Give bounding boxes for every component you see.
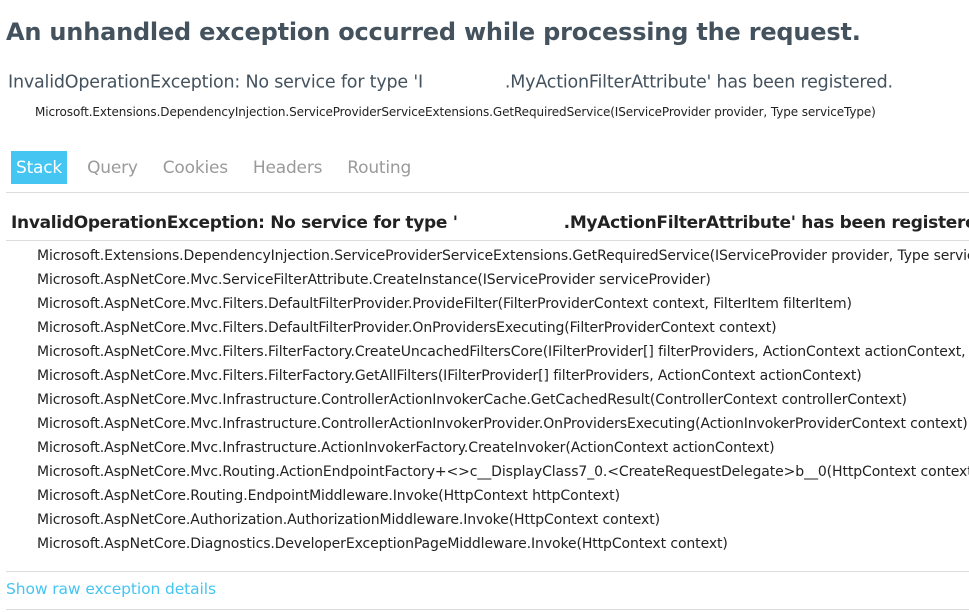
stack-frame[interactable]: Microsoft.AspNetCore.Mvc.Infrastructure.… [37,436,969,460]
stack-frame[interactable]: Microsoft.AspNetCore.Routing.EndpointMid… [37,484,969,508]
stack-frame[interactable]: Microsoft.AspNetCore.Diagnostics.Develop… [37,532,969,556]
tab-headers[interactable]: Headers [248,151,327,184]
stack-frame[interactable]: Microsoft.AspNetCore.Mvc.Filters.FilterF… [37,340,969,364]
error-page: An unhandled exception occurred while pr… [0,0,969,612]
stack-frame[interactable]: Microsoft.AspNetCore.Authorization.Autho… [37,508,969,532]
page-title: An unhandled exception occurred while pr… [6,18,861,46]
error-message-prefix: InvalidOperationException: No service fo… [8,72,423,93]
redacted-namespace [457,213,564,230]
stack-frame[interactable]: Microsoft.AspNetCore.Mvc.Routing.ActionE… [37,460,969,484]
tab-cookies[interactable]: Cookies [158,151,233,184]
stack-frame[interactable]: Microsoft.AspNetCore.Mvc.Filters.FilterF… [37,364,969,388]
stack-exception-header: InvalidOperationException: No service fo… [11,213,969,233]
tab-bar: Stack Query Cookies Headers Routing [11,151,431,184]
tab-query[interactable]: Query [82,151,143,184]
stack-frame[interactable]: Microsoft.AspNetCore.Mvc.Infrastructure.… [37,388,969,412]
stack-frame[interactable]: Microsoft.AspNetCore.Mvc.ServiceFilterAt… [37,268,969,292]
stack-frame[interactable]: Microsoft.AspNetCore.Mvc.Filters.Default… [37,292,969,316]
stack-bottom-divider [6,571,969,572]
tab-routing[interactable]: Routing [342,151,416,184]
tab-label: Query [87,157,138,178]
tab-label: Headers [252,157,323,178]
tab-label: Routing [347,157,412,178]
error-location: Microsoft.Extensions.DependencyInjection… [35,105,876,119]
tab-stack[interactable]: Stack [11,151,68,184]
stack-header-prefix: InvalidOperationException: No service fo… [11,213,458,233]
tab-label: Cookies [162,157,228,178]
stack-frame[interactable]: Microsoft.AspNetCore.Mvc.Filters.Default… [37,316,969,340]
stack-frame-list: Microsoft.Extensions.DependencyInjection… [37,244,969,556]
stack-header-divider [6,240,969,241]
tab-label: Stack [16,157,63,178]
tabs-divider [6,192,969,193]
footer-divider [6,609,969,610]
show-raw-exception-link[interactable]: Show raw exception details [6,580,216,598]
stack-frame[interactable]: Microsoft.AspNetCore.Mvc.Infrastructure.… [37,412,969,436]
stack-header-suffix: .MyActionFilterAttribute' has been regis… [563,213,969,233]
error-message-suffix: .MyActionFilterAttribute' has been regis… [504,72,893,93]
stack-frame[interactable]: Microsoft.Extensions.DependencyInjection… [37,244,969,268]
error-message: InvalidOperationException: No service fo… [8,72,893,93]
redacted-namespace [422,72,505,90]
